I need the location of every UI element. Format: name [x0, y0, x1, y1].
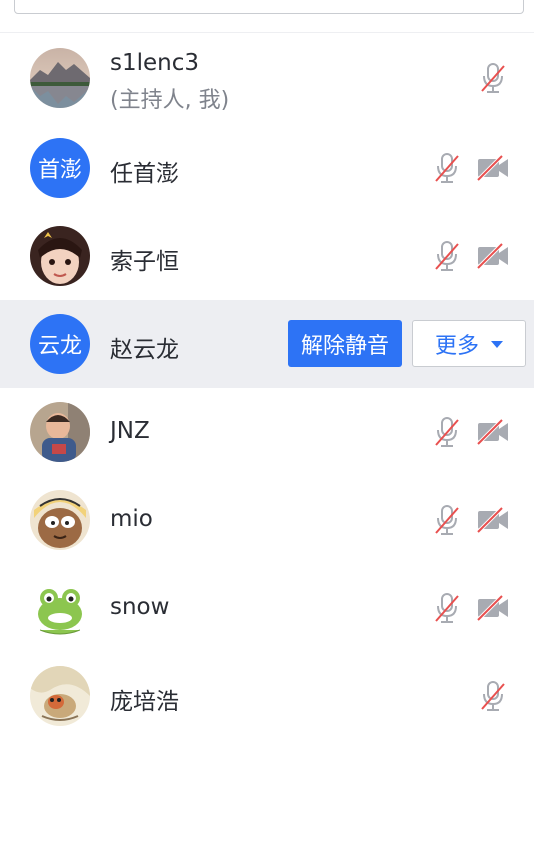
camera-off-icon[interactable]: [476, 418, 510, 446]
participant-row[interactable]: 庞培浩: [0, 652, 534, 740]
avatar: [30, 402, 90, 462]
avatar: [30, 48, 90, 108]
avatar: [30, 490, 90, 550]
participant-name: JNZ: [110, 418, 150, 444]
mic-muted-icon[interactable]: [478, 61, 508, 95]
avatar: 首澎: [30, 138, 90, 198]
participant-name: s1lenc3: [110, 50, 200, 76]
avatar: [30, 578, 90, 638]
mic-muted-icon[interactable]: [432, 415, 462, 449]
divider: [0, 32, 534, 33]
participant-name: 任首澎: [110, 161, 179, 187]
participant-row[interactable]: snow: [0, 564, 534, 652]
mic-muted-icon[interactable]: [432, 503, 462, 537]
participant-row[interactable]: 首澎 任首澎: [0, 124, 534, 212]
camera-off-icon[interactable]: [476, 154, 510, 182]
mic-muted-icon[interactable]: [478, 679, 508, 713]
participant-role: (主持人, 我): [110, 88, 230, 113]
participant-name: mio: [110, 506, 153, 532]
participant-name: 赵云龙: [110, 337, 179, 363]
more-label: 更多: [434, 333, 479, 359]
mic-muted-icon[interactable]: [432, 591, 462, 625]
more-dropdown-button[interactable]: 更多: [412, 320, 526, 367]
participant-name: snow: [110, 594, 170, 620]
caret-down-icon: [491, 341, 503, 348]
participant-row[interactable]: s1lenc3 (主持人, 我): [0, 34, 534, 124]
avatar: [30, 226, 90, 286]
camera-off-icon[interactable]: [476, 242, 510, 270]
participant-row[interactable]: JNZ: [0, 388, 534, 476]
participant-name: 庞培浩: [110, 689, 179, 715]
avatar: [30, 666, 90, 726]
camera-off-icon[interactable]: [476, 594, 510, 622]
camera-off-icon[interactable]: [476, 506, 510, 534]
participant-name: 索子恒: [110, 249, 179, 275]
search-input[interactable]: [14, 0, 524, 14]
unmute-button[interactable]: 解除静音: [288, 320, 402, 367]
mic-muted-icon[interactable]: [432, 239, 462, 273]
mic-muted-icon[interactable]: [432, 151, 462, 185]
participant-row[interactable]: 索子恒: [0, 212, 534, 300]
participant-row[interactable]: mio: [0, 476, 534, 564]
participant-row[interactable]: 云龙 赵云龙 解除静音 更多: [0, 300, 534, 388]
participants-panel: s1lenc3 (主持人, 我) 首澎 任首澎 索子恒 云龙 赵云龙 解除静音 …: [0, 0, 534, 856]
participant-list: s1lenc3 (主持人, 我) 首澎 任首澎 索子恒 云龙 赵云龙 解除静音 …: [0, 34, 534, 740]
avatar: 云龙: [30, 314, 90, 374]
